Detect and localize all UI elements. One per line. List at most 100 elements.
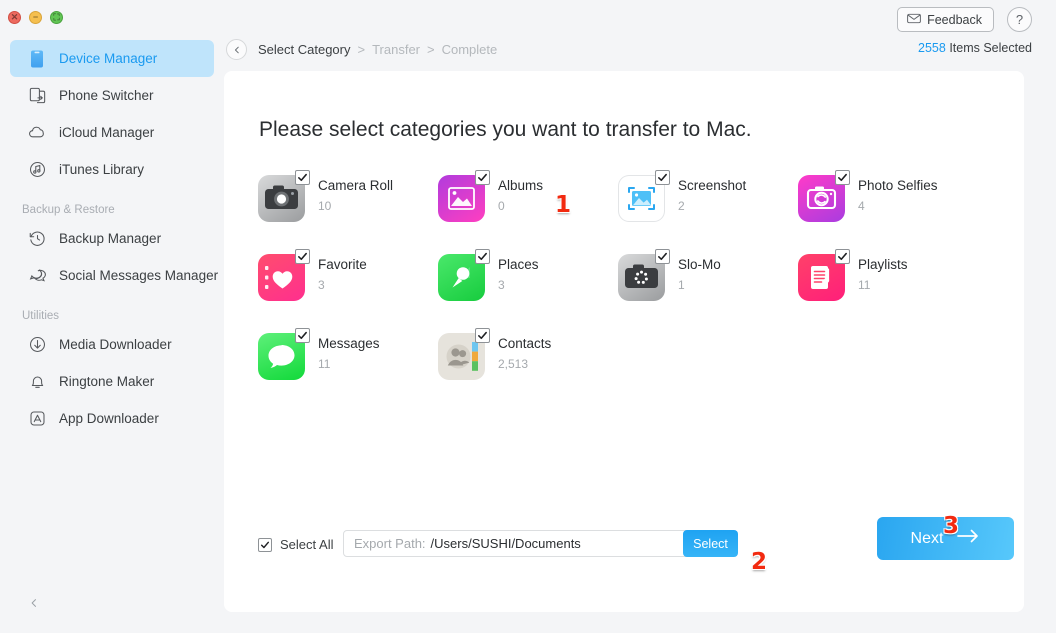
category-name: Screenshot: [678, 178, 747, 193]
select-all-checkbox[interactable]: [258, 537, 272, 552]
back-button[interactable]: [226, 39, 247, 60]
maximize-button[interactable]: ⛶: [50, 11, 63, 24]
category-places[interactable]: Places 3: [438, 249, 618, 301]
close-button[interactable]: ✕: [8, 11, 21, 24]
category-icon-wrap: [618, 170, 670, 222]
help-button[interactable]: ?: [1007, 7, 1032, 32]
breadcrumb: Select Category > Transfer > Complete: [226, 39, 497, 60]
category-icon-wrap: [258, 170, 310, 222]
select-path-label: Select: [693, 536, 728, 551]
category-icon-wrap: [438, 170, 490, 222]
category-name: Messages: [318, 336, 380, 351]
phone-switcher-icon: [26, 85, 48, 107]
minimize-button[interactable]: −: [29, 11, 42, 24]
items-selected-suffix: Items Selected: [945, 41, 1032, 55]
category-messages[interactable]: Messages 11: [258, 328, 438, 380]
breadcrumb-step-complete: Complete: [441, 42, 498, 57]
sidebar-item-label: Social Messages Manager: [59, 268, 219, 283]
sidebar-item-itunes-library[interactable]: iTunes Library: [10, 151, 214, 188]
sidebar: ✕ − ⛶ Device Manager Phone Switcher iClo…: [0, 0, 224, 633]
sidebar-collapse-button[interactable]: [26, 595, 42, 611]
category-icon-wrap: [258, 328, 310, 380]
category-checkbox[interactable]: [655, 170, 670, 185]
sidebar-item-ringtone-maker[interactable]: Ringtone Maker: [10, 363, 214, 400]
category-name: Albums: [498, 178, 544, 193]
sidebar-item-app-downloader[interactable]: App Downloader: [10, 400, 214, 437]
category-albums[interactable]: Albums 0: [438, 170, 618, 222]
category-checkbox[interactable]: [835, 249, 850, 264]
chat-bubbles-icon: [26, 265, 48, 287]
sidebar-section-utilities: Utilities: [22, 310, 60, 322]
category-checkbox[interactable]: [295, 249, 310, 264]
sidebar-item-social-messages-manager[interactable]: Social Messages Manager: [10, 257, 218, 294]
sidebar-item-device-manager[interactable]: Device Manager: [10, 40, 214, 77]
category-icon-wrap: [438, 328, 490, 380]
category-name: Slo-Mo: [678, 257, 721, 272]
sidebar-item-icloud-manager[interactable]: iCloud Manager: [10, 114, 214, 151]
sidebar-nav: Device Manager Phone Switcher iCloud Man…: [0, 40, 224, 437]
category-checkbox[interactable]: [475, 249, 490, 264]
footer-bar: Select All Export Path: /Users/SUSHI/Doc…: [224, 517, 1024, 612]
category-icon-wrap: [798, 170, 850, 222]
breadcrumb-separator: >: [357, 42, 366, 57]
annotation-marker-2: 2: [751, 549, 768, 575]
category-count: 3: [498, 278, 505, 292]
backup-clock-icon: [26, 228, 48, 250]
category-name: Contacts: [498, 336, 552, 351]
page-title: Please select categories you want to tra…: [259, 118, 752, 141]
feedback-label: Feedback: [927, 12, 982, 27]
category-checkbox[interactable]: [475, 170, 490, 185]
category-screenshot[interactable]: Screenshot 2: [618, 170, 798, 222]
content-card: Please select categories you want to tra…: [224, 71, 1024, 612]
category-count: 10: [318, 199, 332, 213]
category-count: 2: [678, 199, 685, 213]
sidebar-item-label: iTunes Library: [59, 162, 145, 177]
category-checkbox[interactable]: [655, 249, 670, 264]
category-checkbox[interactable]: [835, 170, 850, 185]
next-button-label: Next: [910, 529, 944, 547]
category-name: Playlists: [858, 257, 908, 272]
category-count: 3: [318, 278, 325, 292]
category-name: Photo Selfies: [858, 178, 938, 193]
envelope-icon: [907, 13, 921, 27]
export-path-input[interactable]: Export Path: /Users/SUSHI/Documents: [343, 530, 713, 557]
topbar: Feedback ? 2558 Items Selected: [224, 0, 1056, 71]
category-photo-selfies[interactable]: Photo Selfies 4: [798, 170, 978, 222]
sidebar-item-label: Media Downloader: [59, 337, 172, 352]
category-favorite[interactable]: Favorite 3: [258, 249, 438, 301]
export-path-placeholder: Export Path:: [354, 536, 426, 551]
sidebar-item-label: iCloud Manager: [59, 125, 155, 140]
sidebar-item-backup-manager[interactable]: Backup Manager: [10, 220, 214, 257]
annotation-marker-3: 3: [943, 513, 960, 539]
category-icon-wrap: [798, 249, 850, 301]
sidebar-item-label: App Downloader: [59, 411, 159, 426]
category-camera-roll[interactable]: Camera Roll 10: [258, 170, 438, 222]
sidebar-item-label: Backup Manager: [59, 231, 162, 246]
breadcrumb-separator: >: [427, 42, 435, 57]
device-icon: [26, 48, 48, 70]
category-count: 2,513: [498, 357, 529, 371]
window-controls: ✕ − ⛶: [8, 11, 63, 24]
category-icon-wrap: [438, 249, 490, 301]
category-count: 4: [858, 199, 865, 213]
feedback-button[interactable]: Feedback: [897, 7, 994, 32]
sidebar-item-media-downloader[interactable]: Media Downloader: [10, 326, 214, 363]
bell-icon: [26, 371, 48, 393]
sidebar-item-phone-switcher[interactable]: Phone Switcher: [10, 77, 214, 114]
category-checkbox[interactable]: [475, 328, 490, 343]
arrow-right-icon: [956, 528, 980, 549]
category-slo-mo[interactable]: Slo-Mo 1: [618, 249, 798, 301]
category-checkbox[interactable]: [295, 328, 310, 343]
breadcrumb-step-select-category[interactable]: Select Category: [258, 42, 351, 57]
category-playlists[interactable]: Playlists 11: [798, 249, 978, 301]
download-arrow-icon: [26, 334, 48, 356]
category-contacts[interactable]: Contacts 2,513: [438, 328, 618, 380]
select-all-label: Select All: [280, 537, 334, 552]
category-checkbox[interactable]: [295, 170, 310, 185]
category-count: 0: [498, 199, 505, 213]
category-icon-wrap: [258, 249, 310, 301]
select-path-button[interactable]: Select: [683, 530, 738, 557]
select-all-control[interactable]: Select All: [258, 537, 333, 552]
appstore-icon: [26, 408, 48, 430]
icloud-icon: [26, 122, 48, 144]
